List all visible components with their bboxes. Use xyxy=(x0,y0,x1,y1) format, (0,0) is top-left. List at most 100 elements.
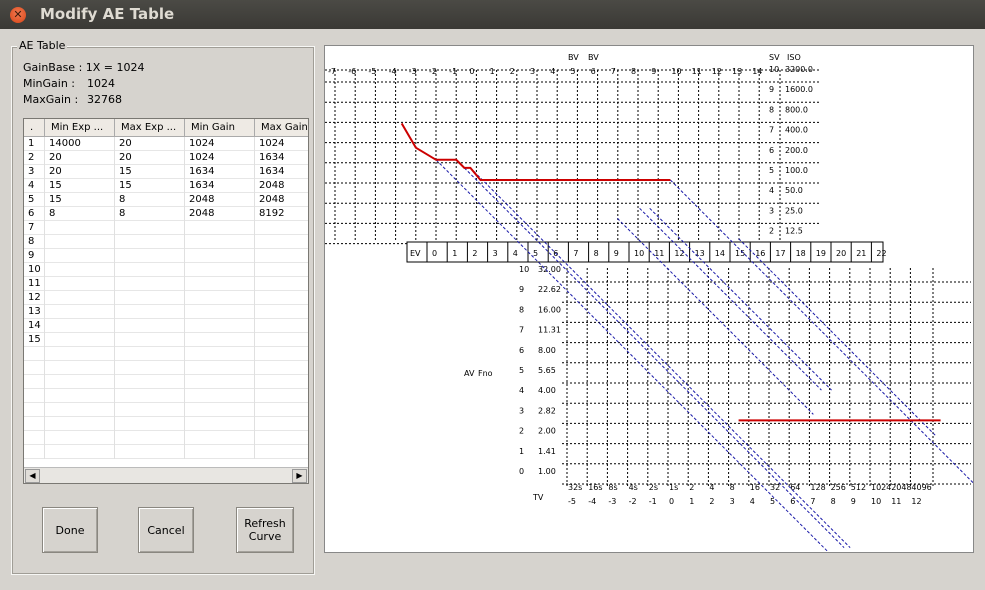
table-cell: 11 xyxy=(24,277,45,291)
ev-tick-label: 7 xyxy=(573,249,578,258)
max-gain-label: MaxGain : xyxy=(23,93,79,106)
table-cell xyxy=(45,235,115,249)
table-row[interactable]: 10 xyxy=(24,263,308,277)
scroll-right-icon[interactable]: ▶ xyxy=(292,469,307,483)
table-cell xyxy=(255,291,308,305)
sv-tick-label: 5 xyxy=(769,166,774,175)
tv-value-label: 5 xyxy=(770,497,775,506)
ev-tick-label: 19 xyxy=(816,249,826,258)
bv-tick-label: 10 xyxy=(671,67,681,76)
table-cell xyxy=(115,263,185,277)
av-tick-label: 10 xyxy=(519,265,529,274)
tv-value-label: 8 xyxy=(831,497,836,506)
table-row[interactable]: 12 xyxy=(24,291,308,305)
iso-tick-label: 100.0 xyxy=(785,166,808,175)
fno-tick-label: 4.00 xyxy=(538,386,556,395)
table-cell: 1634 xyxy=(255,165,308,179)
table-row[interactable] xyxy=(24,431,308,445)
refresh-curve-button[interactable]: Refresh Curve xyxy=(236,507,294,553)
fno-tick-label: 5.65 xyxy=(538,366,556,375)
table-row[interactable]: 8 xyxy=(24,235,308,249)
ev-tick-label: 11 xyxy=(654,249,664,258)
bv-tick-label: 14 xyxy=(752,67,762,76)
table-row[interactable]: 5 15 8 2048 2048 xyxy=(24,193,308,207)
tv-value-label: 11 xyxy=(891,497,901,506)
table-cell xyxy=(185,347,255,361)
table-header: . Min Exp ... Max Exp ... Min Gain Max Gain xyxy=(24,119,308,137)
fno-tick-label: 11.31 xyxy=(538,326,561,335)
av-tick-label: 5 xyxy=(519,366,524,375)
table-row[interactable]: 1 14000 20 1024 1024 xyxy=(24,137,308,151)
table-cell xyxy=(115,347,185,361)
table-row[interactable] xyxy=(24,445,308,459)
horizontal-scrollbar[interactable]: ◀ ▶ xyxy=(24,467,308,483)
table-row[interactable] xyxy=(24,403,308,417)
table-row[interactable]: 14 xyxy=(24,319,308,333)
table-row[interactable] xyxy=(24,417,308,431)
tv-value-label: -5 xyxy=(568,497,576,506)
table-row[interactable]: 6 8 8 2048 8192 xyxy=(24,207,308,221)
bv-tick-label: 7 xyxy=(611,67,616,76)
table-row[interactable]: 2 20 20 1024 1634 xyxy=(24,151,308,165)
table-row[interactable] xyxy=(24,375,308,389)
ev-tick-label: 13 xyxy=(695,249,705,258)
cancel-button[interactable]: Cancel xyxy=(138,507,194,553)
table-cell xyxy=(45,403,115,417)
ev-tick-label: 1 xyxy=(452,249,457,258)
table-row[interactable]: 9 xyxy=(24,249,308,263)
sv-tick-label: 2 xyxy=(769,227,774,236)
bv-tick-label: 11 xyxy=(692,67,702,76)
table-cell: 20 xyxy=(115,137,185,151)
refresh-label-line2: Curve xyxy=(248,530,282,543)
ae-table[interactable]: . Min Exp ... Max Exp ... Min Gain Max Gain … xyxy=(23,118,309,484)
ev-axis-label: EV xyxy=(410,249,421,258)
table-cell: 4 xyxy=(24,179,45,193)
ev-tick-label: 20 xyxy=(836,249,846,258)
table-row[interactable]: 3 20 15 1634 1634 xyxy=(24,165,308,179)
table-cell: 15 xyxy=(115,165,185,179)
column-header[interactable]: Min Exp ... xyxy=(45,119,115,136)
table-row[interactable]: 11 xyxy=(24,277,308,291)
av-tick-label: 8 xyxy=(519,305,524,314)
bv-tick-label: -3 xyxy=(409,67,417,76)
tv-time-label: 1s xyxy=(669,483,678,492)
table-cell: 20 xyxy=(115,151,185,165)
tv-value-label: -3 xyxy=(608,497,616,506)
tv-time-label: 32s xyxy=(568,483,582,492)
column-header[interactable]: Max Exp ... xyxy=(115,119,185,136)
table-row[interactable]: 7 xyxy=(24,221,308,235)
table-cell: 9 xyxy=(24,249,45,263)
table-row[interactable] xyxy=(24,361,308,375)
table-cell xyxy=(115,361,185,375)
table-cell xyxy=(185,417,255,431)
table-cell: 1634 xyxy=(255,151,308,165)
column-header[interactable]: Max Gain xyxy=(255,119,308,136)
table-row[interactable]: 4 15 15 1634 2048 xyxy=(24,179,308,193)
done-button[interactable]: Done xyxy=(42,507,98,553)
table-cell xyxy=(115,291,185,305)
table-row[interactable] xyxy=(24,347,308,361)
table-row[interactable] xyxy=(24,389,308,403)
ae-curve-svg: -7 -6 -5 -4 -3 -2 -1 0 1 2 3 4 5 6 7 8 9 10 11 12 13 14BV BV SV… xyxy=(325,53,973,552)
tv-time-label: 8 xyxy=(730,483,735,492)
table-cell xyxy=(255,361,308,375)
column-header[interactable]: Min Gain xyxy=(185,119,255,136)
close-icon[interactable]: ✕ xyxy=(10,7,26,23)
scroll-left-icon[interactable]: ◀ xyxy=(25,469,40,483)
sv-tick-label: 3 xyxy=(769,206,774,215)
table-cell xyxy=(185,389,255,403)
group-label: AE Table xyxy=(17,39,68,52)
table-row[interactable]: 15 xyxy=(24,333,308,347)
table-cell xyxy=(255,277,308,291)
table-cell xyxy=(255,375,308,389)
table-cell: 8 xyxy=(45,207,115,221)
column-header[interactable]: . xyxy=(24,119,45,136)
iso-tick-label: 25.0 xyxy=(785,206,803,215)
tv-time-label: 512 xyxy=(851,483,866,492)
table-cell xyxy=(24,375,45,389)
table-row[interactable]: 13 xyxy=(24,305,308,319)
av-tick-label: 7 xyxy=(519,326,524,335)
bv-tick-label: 1 xyxy=(490,67,495,76)
table-cell xyxy=(185,403,255,417)
bv-tick-label: -4 xyxy=(389,67,397,76)
